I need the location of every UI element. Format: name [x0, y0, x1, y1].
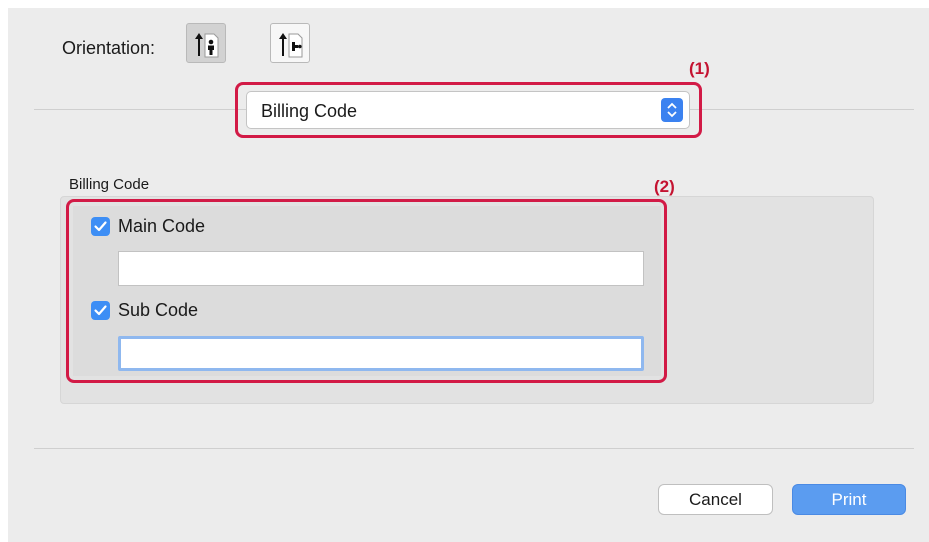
callout-box-2 — [66, 199, 667, 383]
callout-label-2: (2) — [654, 177, 675, 196]
callout-box-1 — [235, 82, 702, 138]
portrait-orientation-button[interactable] — [186, 23, 226, 63]
billing-code-group-title: Billing Code — [69, 176, 150, 193]
landscape-orientation-button[interactable] — [270, 23, 310, 63]
callout-label-1: (1) — [689, 59, 710, 78]
cancel-button[interactable]: Cancel — [658, 484, 773, 515]
bottom-divider — [34, 448, 914, 449]
landscape-orientation-icon — [279, 33, 303, 58]
portrait-orientation-icon — [195, 33, 219, 58]
orientation-label: Orientation: — [62, 38, 156, 58]
print-button[interactable]: Print — [792, 484, 906, 515]
